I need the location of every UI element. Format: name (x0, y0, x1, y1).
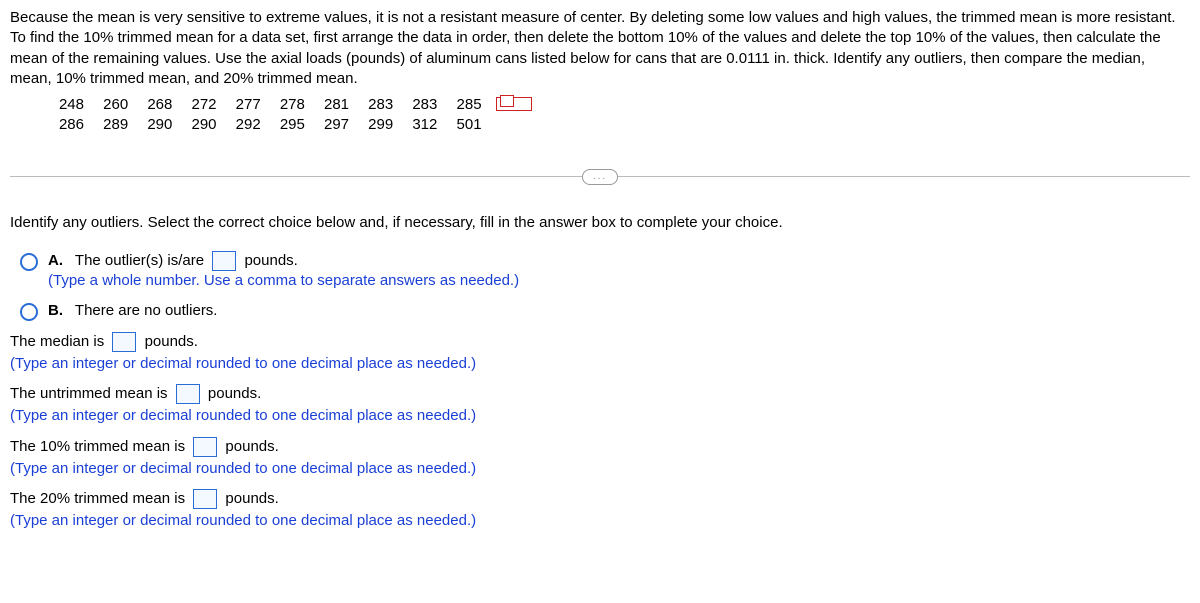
outlier-prompt: Identify any outliers. Select the correc… (10, 213, 1190, 233)
data-cell: 283 (359, 95, 393, 115)
data-cell: 281 (315, 95, 349, 115)
t20-input[interactable] (193, 489, 217, 509)
radio-b[interactable] (20, 303, 38, 321)
data-table: 248 260 268 272 277 278 281 283 283 285 … (10, 95, 1190, 136)
mean-hint: (Type an integer or decimal rounded to o… (10, 406, 1190, 426)
mean-line: The untrimmed mean is pounds. (10, 384, 1190, 404)
data-cell: 272 (183, 95, 217, 115)
data-cell: 297 (315, 115, 349, 135)
data-row-1: 248 260 268 272 277 278 281 283 283 285 (50, 95, 1190, 115)
copy-icon[interactable] (496, 97, 532, 111)
choice-b[interactable]: B. There are no outliers. (20, 301, 1190, 321)
choice-b-text: There are no outliers. (75, 302, 218, 319)
data-cell: 278 (271, 95, 305, 115)
data-cell: 299 (359, 115, 393, 135)
data-cell: 290 (138, 115, 172, 135)
median-pre: The median is (10, 333, 104, 350)
mean-pre: The untrimmed mean is (10, 385, 168, 402)
choice-a[interactable]: A. The outlier(s) is/are pounds. (Type a… (20, 251, 1190, 292)
median-post: pounds. (145, 333, 198, 350)
t10-line: The 10% trimmed mean is pounds. (10, 437, 1190, 457)
choice-a-hint: (Type a whole number. Use a comma to sep… (48, 272, 519, 289)
t20-post: pounds. (225, 490, 278, 507)
t20-hint: (Type an integer or decimal rounded to o… (10, 511, 1190, 531)
data-cell: 501 (448, 115, 482, 135)
data-cell: 289 (94, 115, 128, 135)
radio-a[interactable] (20, 253, 38, 271)
median-hint: (Type an integer or decimal rounded to o… (10, 354, 1190, 374)
choice-group: A. The outlier(s) is/are pounds. (Type a… (20, 251, 1190, 322)
data-cell: 283 (403, 95, 437, 115)
t10-input[interactable] (193, 437, 217, 457)
data-row-2: 286 289 290 290 292 295 297 299 312 501 (50, 115, 1190, 135)
outlier-input[interactable] (212, 251, 236, 271)
mean-post: pounds. (208, 385, 261, 402)
choice-a-post: pounds. (244, 252, 297, 269)
median-line: The median is pounds. (10, 332, 1190, 352)
t10-post: pounds. (225, 438, 278, 455)
data-cell: 285 (448, 95, 482, 115)
t20-pre: The 20% trimmed mean is (10, 490, 185, 507)
data-cell: 292 (227, 115, 261, 135)
question-intro: Because the mean is very sensitive to ex… (10, 8, 1190, 89)
mean-input[interactable] (176, 384, 200, 404)
data-cell: 268 (138, 95, 172, 115)
data-cell: 277 (227, 95, 261, 115)
data-cell: 312 (403, 115, 437, 135)
data-cell: 286 (50, 115, 84, 135)
data-cell: 290 (183, 115, 217, 135)
choice-a-pre: The outlier(s) is/are (75, 252, 204, 269)
median-input[interactable] (112, 332, 136, 352)
t10-hint: (Type an integer or decimal rounded to o… (10, 459, 1190, 479)
data-cell: 295 (271, 115, 305, 135)
choice-a-label: A. (48, 252, 63, 269)
choice-b-label: B. (48, 302, 63, 319)
t10-pre: The 10% trimmed mean is (10, 438, 185, 455)
data-cell: 248 (50, 95, 84, 115)
expand-button[interactable]: ... (582, 169, 618, 185)
t20-line: The 20% trimmed mean is pounds. (10, 489, 1190, 509)
data-cell: 260 (94, 95, 128, 115)
